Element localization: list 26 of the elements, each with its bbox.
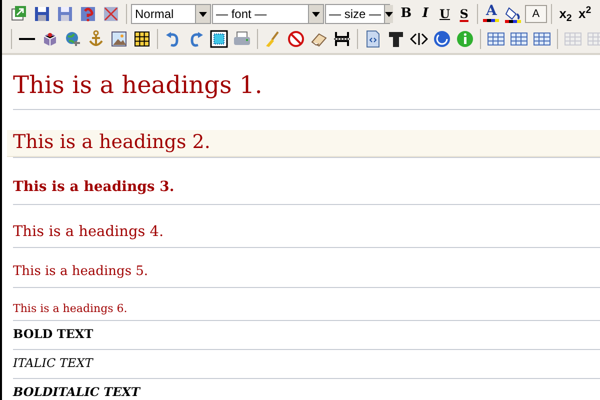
strikethrough-button[interactable]: S [454,3,474,25]
superscript-button[interactable]: x$^{2}$ [576,3,594,25]
caret-icon [385,12,394,16]
heading-text: BOLDITALIC TEXT [12,384,142,400]
italic-button[interactable]: I [416,3,435,25]
caret-icon [312,12,320,16]
size-select[interactable]: — size — [325,4,390,24]
info-icon[interactable] [454,28,476,50]
heading-text: This is a headings 1. [12,70,264,101]
heading-text: ITALIC TEXT [12,355,94,372]
bold-button[interactable]: B [397,3,416,25]
heading-text: This is a headings 4. [12,223,165,242]
style-box[interactable]: A [524,5,548,23]
underline-button[interactable]: U [436,3,454,25]
heading-text: This is a headings 2. [7,130,600,157]
font-select[interactable]: — font — [212,4,324,24]
heading-text: This is a headings 5. [12,263,150,282]
heading-text: This is a headings 6. [12,300,128,317]
heading-text: This is a headings 3. [12,178,176,197]
format-select[interactable]: Normal [131,4,211,24]
select-all-icon[interactable] [208,28,230,50]
heading-text: BOLD TEXT [12,326,94,344]
caret-icon [199,12,207,16]
no-entry-icon[interactable] [285,28,307,50]
text-color-button[interactable]: A [482,3,501,25]
subscript-button[interactable]: x$_{2}$ [556,3,575,25]
